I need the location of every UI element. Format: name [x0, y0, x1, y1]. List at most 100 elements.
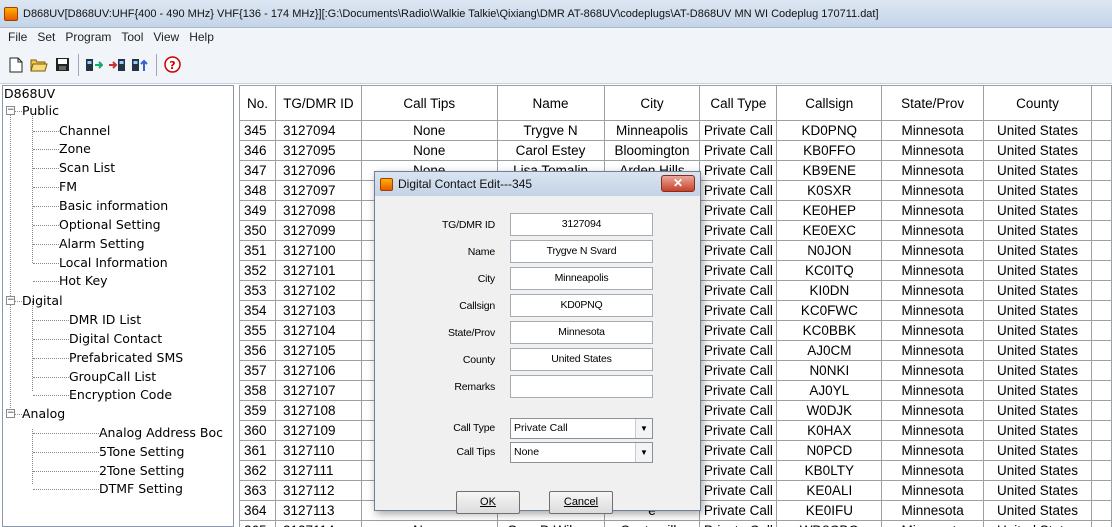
cell-call-type[interactable]: Private Call [699, 300, 778, 321]
cell-county[interactable]: United States [983, 340, 1092, 361]
collapse-digital-icon[interactable]: − [6, 296, 15, 305]
cell-tg-dmr-id[interactable]: 3127098 [274, 200, 362, 221]
menu-set[interactable]: Set [32, 30, 60, 44]
cell-call-type[interactable]: Private Call [699, 360, 778, 381]
tree-item-basic-information[interactable]: Basic information [59, 198, 168, 214]
cancel-button[interactable]: Cancel [549, 491, 613, 514]
tree-item-2tone-setting[interactable]: 2Tone Setting [99, 463, 184, 479]
header-callsign[interactable]: Callsign [776, 85, 883, 121]
cell-call-tips[interactable]: None [360, 140, 498, 161]
cell-tg-dmr-id[interactable]: 3127113 [274, 500, 362, 521]
tree-item-dmr-id-list[interactable]: DMR ID List [69, 312, 141, 328]
cell-call-type[interactable]: Private Call [699, 400, 778, 421]
cell-state-prov[interactable]: Minnesota [881, 260, 985, 281]
cell-no[interactable]: 362 [239, 460, 276, 481]
cell-tg-dmr-id[interactable]: 3127104 [274, 320, 362, 341]
cell-no[interactable]: 357 [239, 360, 276, 381]
menu-file[interactable]: File [3, 30, 32, 44]
cell-county[interactable]: United States [983, 320, 1092, 341]
cell-county[interactable]: United States [983, 420, 1092, 441]
cell-no[interactable]: 356 [239, 340, 276, 361]
cell-tg-dmr-id[interactable]: 3127107 [274, 380, 362, 401]
tg-dmr-id-field[interactable]: 3127094 [510, 213, 653, 236]
cell-call-tips[interactable]: None [360, 520, 498, 527]
cell-no[interactable]: 354 [239, 300, 276, 321]
tree-item-groupcall-list[interactable]: GroupCall List [69, 369, 156, 385]
tree-item-zone[interactable]: Zone [59, 141, 91, 157]
cell-county[interactable]: United States [983, 280, 1092, 301]
menu-help[interactable]: Help [184, 30, 219, 44]
tree-group-public[interactable]: Public [22, 103, 59, 119]
cell-county[interactable]: United States [983, 400, 1092, 421]
cell-state-prov[interactable]: Minnesota [881, 280, 985, 301]
table-row[interactable]: 345 3127094 None Trygve N Minneapolis Private… [239, 120, 1112, 141]
cell-call-tips[interactable]: None [360, 120, 498, 141]
cell-state-prov[interactable]: Minnesota [881, 480, 985, 501]
cell-callsign[interactable]: KB0FFO [776, 140, 883, 161]
cell-no[interactable]: 360 [239, 420, 276, 441]
cell-county[interactable]: United States [983, 360, 1092, 381]
cell-tg-dmr-id[interactable]: 3127096 [274, 160, 362, 181]
cell-tg-dmr-id[interactable]: 3127114 [274, 520, 362, 527]
close-icon[interactable]: ✕ [661, 175, 695, 192]
cell-no[interactable]: 349 [239, 200, 276, 221]
callsign-field[interactable]: KD0PNQ [510, 294, 653, 317]
cell-tg-dmr-id[interactable]: 3127099 [274, 220, 362, 241]
cell-county[interactable]: United States [983, 120, 1092, 141]
cell-no[interactable]: 352 [239, 260, 276, 281]
cell-state-prov[interactable]: Minnesota [881, 320, 985, 341]
county-field[interactable]: United States [510, 348, 653, 371]
state-prov-field[interactable]: Minnesota [510, 321, 653, 344]
cell-no[interactable]: 363 [239, 480, 276, 501]
tree-root[interactable]: D868UV [4, 86, 55, 102]
cell-call-type[interactable]: Private Call [699, 260, 778, 281]
remarks-field[interactable] [510, 375, 653, 398]
tree-item-digital-contact[interactable]: Digital Contact [69, 331, 162, 347]
cell-county[interactable]: United States [983, 200, 1092, 221]
cell-tg-dmr-id[interactable]: 3127109 [274, 420, 362, 441]
header-call-type[interactable]: Call Type [699, 85, 778, 121]
tree-item-optional-setting[interactable]: Optional Setting [59, 217, 161, 233]
cell-name[interactable]: Gary D Wilson [496, 520, 605, 527]
cell-callsign[interactable]: KE0EXC [776, 220, 883, 241]
tree-item-analog-address-book[interactable]: Analog Address Boc [99, 425, 223, 441]
header-no[interactable]: No. [239, 85, 276, 121]
cell-tg-dmr-id[interactable]: 3127097 [274, 180, 362, 201]
menu-tool[interactable]: Tool [116, 30, 148, 44]
cell-state-prov[interactable]: Minnesota [881, 500, 985, 521]
cell-tg-dmr-id[interactable]: 3127102 [274, 280, 362, 301]
cell-callsign[interactable]: KC0BBK [776, 320, 883, 341]
tree-item-scan-list[interactable]: Scan List [59, 160, 115, 176]
cell-no[interactable]: 351 [239, 240, 276, 261]
call-type-select[interactable]: Private Call ▼ [510, 418, 653, 439]
cell-call-type[interactable]: Private Call [699, 180, 778, 201]
tree-item-dtmf-setting[interactable]: DTMF Setting [99, 481, 183, 497]
cell-callsign[interactable]: K0HAX [776, 420, 883, 441]
cell-call-type[interactable]: Private Call [699, 420, 778, 441]
cell-city[interactable]: Bloomington [603, 140, 701, 161]
cell-tg-dmr-id[interactable]: 3127100 [274, 240, 362, 261]
tree-item-5tone-setting[interactable]: 5Tone Setting [99, 444, 184, 460]
open-icon[interactable] [28, 54, 50, 76]
cell-no[interactable]: 346 [239, 140, 276, 161]
cell-no[interactable]: 355 [239, 320, 276, 341]
cell-call-type[interactable]: Private Call [699, 160, 778, 181]
new-icon[interactable] [5, 54, 27, 76]
chevron-down-icon[interactable]: ▼ [635, 443, 652, 462]
cell-no[interactable]: 345 [239, 120, 276, 141]
cell-state-prov[interactable]: Minnesota [881, 340, 985, 361]
cell-no[interactable]: 364 [239, 500, 276, 521]
cell-county[interactable]: United States [983, 180, 1092, 201]
cell-no[interactable]: 358 [239, 380, 276, 401]
dialog-title-bar[interactable]: Digital Contact Edit---345 ✕ [375, 172, 700, 196]
cell-call-type[interactable]: Private Call [699, 200, 778, 221]
tree-item-channel[interactable]: Channel [59, 123, 110, 139]
cell-callsign[interactable]: KC0FWC [776, 300, 883, 321]
cell-state-prov[interactable]: Minnesota [881, 300, 985, 321]
cell-tg-dmr-id[interactable]: 3127103 [274, 300, 362, 321]
cell-call-type[interactable]: Private Call [699, 220, 778, 241]
cell-call-type[interactable]: Private Call [699, 280, 778, 301]
tree-item-prefabricated-sms[interactable]: Prefabricated SMS [69, 350, 183, 366]
cell-callsign[interactable]: WD8CBO [776, 520, 883, 527]
tree-item-hot-key[interactable]: Hot Key [59, 273, 108, 289]
